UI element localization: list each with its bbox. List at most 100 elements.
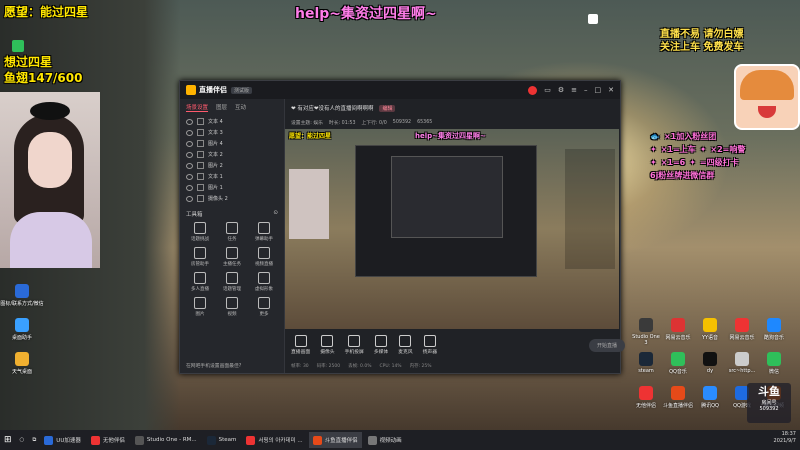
settings-icon[interactable]: ⚙ [558,86,564,95]
scene-item[interactable]: 图片 2 [180,160,284,171]
avatar[interactable] [528,85,538,95]
desktop-icon[interactable]: Studio One 3 [630,318,662,346]
desktop-icon[interactable]: 天气桌面 [0,352,44,375]
tool-icon [194,247,206,259]
tool-item[interactable]: 图片 [184,297,216,317]
desktop-icon[interactable]: 网易云音乐 [662,318,694,341]
toolbox-title: 工具箱 [186,212,203,218]
scene-item[interactable]: 文本 4 [180,116,284,127]
scene-item[interactable]: 图片 4 [180,138,284,149]
taskbar-app[interactable]: 无他伴侣 [87,432,129,448]
minimize-button[interactable]: – [584,86,588,95]
taskbar: ⊞ ○ ⧉ UU加速器 无他伴侣 Studio One - RM... Steam 서핑… [0,430,800,450]
desktop-icon[interactable]: 酷狗音乐 [758,318,790,341]
desktop-icon-label: 天气桌面 [11,369,32,375]
desktop-icon[interactable]: 无他伴侣 [630,386,662,409]
eye-icon[interactable] [186,118,193,125]
tool-item[interactable]: 多人直播 [184,272,216,292]
lock-icon[interactable] [197,173,204,180]
tab-scene[interactable]: 场景设置 [186,103,209,112]
toolbox-more-icon[interactable]: ⊙ [273,210,278,218]
taskbar-app[interactable]: 斗鱼直播伴侣 [308,432,362,448]
taskbar-app[interactable]: Studio One - RM... [131,432,201,448]
toolbar-button[interactable]: 直播画面 [291,335,310,355]
toolbox-tip[interactable]: 在网吧手机设置画面最佳? [186,362,241,369]
app-icon [15,284,29,298]
desktop-icon[interactable]: 图标/联系方式/微信 [0,284,44,307]
scene-item[interactable]: 文本 3 [180,127,284,138]
eye-icon[interactable] [186,184,193,191]
system-clock[interactable]: 18:37 2021/9/7 [774,431,796,445]
lock-icon[interactable] [197,140,204,147]
taskbar-app[interactable]: UU加速器 [40,432,85,448]
search-button[interactable]: ○ [16,432,29,448]
tool-item[interactable]: 视频 [216,297,248,317]
toolbar-button[interactable]: 扬声器 [423,335,437,355]
scene-item[interactable]: 文本 1 [180,171,284,182]
lock-icon[interactable] [197,118,204,125]
tool-icon [194,297,206,309]
preview-canvas[interactable]: 愿望：能过四星 help~集资过四星啊~ [285,129,619,329]
toolbar-button[interactable]: 多媒体 [374,335,388,355]
tool-item[interactable]: 弹幕助手 [248,222,280,242]
taskbar-app[interactable]: 视频动画 [364,432,406,448]
eye-icon[interactable] [186,140,193,147]
app-icon [246,435,256,445]
maximize-button[interactable]: □ [595,86,602,95]
desktop-icon[interactable]: 腾讯QQ [694,386,726,409]
scene-item[interactable]: 摄像头 2 [180,193,284,204]
scene-item[interactable]: 文本 2 [180,149,284,160]
desktop-icon[interactable]: 微信 [758,352,790,375]
start-button[interactable]: ⊞ [0,432,16,448]
eye-icon[interactable] [186,195,193,202]
app-icon [206,435,216,445]
desktop-icon[interactable]: steam [630,352,662,374]
desktop-icon[interactable]: YY语音 [694,318,726,341]
desktop-icon-label: src~http... [728,368,756,374]
tab-interact[interactable]: 互动 [235,103,246,112]
stream-title[interactable]: ❤ 有对应❤没有人的直播间啊啊啊 [291,104,373,112]
edit-tag[interactable]: 编辑 [379,104,396,112]
toolbar-label: 直播画面 [291,350,311,355]
taskbar-app[interactable]: Steam [203,432,241,448]
tool-item[interactable]: 话题挑战 [184,222,216,242]
tool-icon [226,297,238,309]
tool-item[interactable]: 视频直播 [248,247,280,267]
eye-icon[interactable] [186,129,193,136]
tool-item[interactable]: 虚拟形象 [248,272,280,292]
desktop-icon[interactable]: 网易云音乐 [726,318,758,341]
tool-item[interactable]: 任务 [216,222,248,242]
taskbar-app[interactable]: 서핑의 아카데미 ... [242,432,306,448]
desktop-icon[interactable]: dy [694,352,726,374]
desktop-icon[interactable]: 桌面助手 [0,318,44,341]
desktop-icon[interactable]: 斗鱼直播伴侣 [662,386,694,409]
tool-item[interactable]: 主播任务 [216,247,248,267]
start-live-button[interactable]: 开始直播 [588,338,625,352]
eye-icon[interactable] [186,162,193,169]
scene-item[interactable]: 图片 1 [180,182,284,193]
desktop-icon[interactable]: QQ音乐 [662,352,694,375]
eye-icon[interactable] [186,173,193,180]
tool-item[interactable]: 更多 [248,297,280,317]
message-icon[interactable]: ▭ [544,86,551,95]
desktop-icon[interactable]: src~http... [726,352,758,374]
tool-item[interactable]: 话题管理 [216,272,248,292]
toolbar-button[interactable]: 麦克风 [398,335,413,355]
tab-layer[interactable]: 图层 [216,103,227,112]
task-view-button[interactable]: ⧉ [28,432,40,448]
gift-icon: ✦ [650,158,657,167]
lock-icon[interactable] [197,195,204,202]
lock-icon[interactable] [197,151,204,158]
eye-icon[interactable] [186,151,193,158]
toolbar-button[interactable]: 摄像头 [320,335,335,355]
menu-icon[interactable]: ≡ [571,86,577,95]
toolbar-button[interactable]: 手机投屏 [345,335,364,355]
lock-icon[interactable] [197,162,204,169]
lock-icon[interactable] [197,184,204,191]
live-companion-window[interactable]: 直播伴侣 测试版 ▭ ⚙ ≡ – □ ✕ 场景设置 图层 互动 文本 4 文本 3… [179,80,625,374]
app-icon [312,435,322,445]
close-button[interactable]: ✕ [608,86,614,95]
tool-item[interactable]: 房管助手 [184,247,216,267]
tool-icon [226,222,238,234]
lock-icon[interactable] [197,129,204,136]
